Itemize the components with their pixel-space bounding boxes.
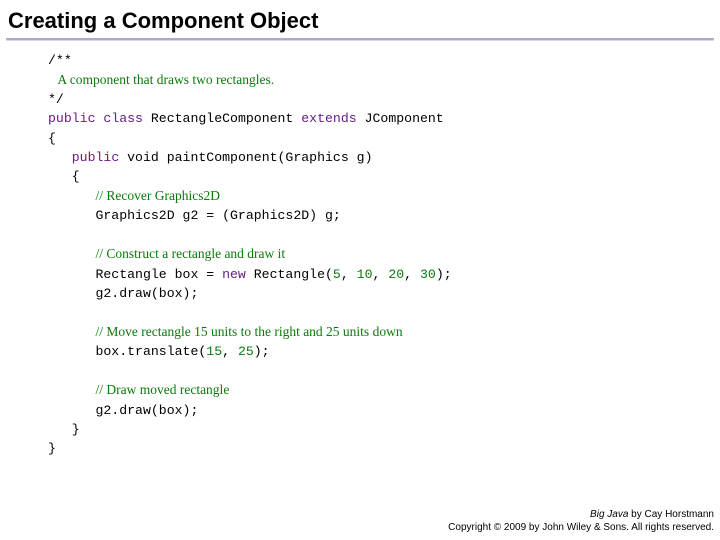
kw-public-2: public bbox=[72, 150, 119, 165]
footer-book: Big Java bbox=[590, 509, 628, 520]
num-15: 15 bbox=[206, 344, 222, 359]
num-30: 30 bbox=[420, 267, 436, 282]
kw-new: new bbox=[222, 267, 246, 282]
super-name: JComponent bbox=[357, 111, 444, 126]
line-g2: Graphics2D g2 = (Graphics2D) g; bbox=[48, 208, 341, 223]
num-5: 5 bbox=[333, 267, 341, 282]
line-box-a: Rectangle box = bbox=[48, 267, 222, 282]
kw-class: class bbox=[103, 111, 143, 126]
code-block: /** A component that draws two rectangle… bbox=[0, 51, 720, 458]
brace-open-2: { bbox=[72, 169, 80, 184]
class-name: RectangleComponent bbox=[143, 111, 301, 126]
page-title: Creating a Component Object bbox=[0, 0, 720, 38]
sep4: , bbox=[222, 344, 238, 359]
brace-close-1: } bbox=[48, 422, 80, 437]
kw-void: void bbox=[119, 150, 159, 165]
sep2: , bbox=[373, 267, 389, 282]
sep3: , bbox=[404, 267, 420, 282]
method-sig: paintComponent(Graphics g) bbox=[159, 150, 373, 165]
footer: Big Java by Cay Horstmann Copyright © 20… bbox=[448, 509, 714, 534]
brace-open-1: { bbox=[48, 131, 56, 146]
comment-drawmoved: // Draw moved rectangle bbox=[95, 382, 229, 397]
sep1: , bbox=[341, 267, 357, 282]
line-draw1: g2.draw(box); bbox=[48, 286, 198, 301]
line-box-c: ); bbox=[436, 267, 452, 282]
comment-body: A component that draws two rectangles. bbox=[48, 72, 274, 87]
line-trans-a: box.translate( bbox=[48, 344, 206, 359]
brace-close-2: } bbox=[48, 441, 56, 456]
comment-construct: // Construct a rectangle and draw it bbox=[95, 246, 285, 261]
comment-move: // Move rectangle 15 units to the right … bbox=[95, 324, 402, 339]
num-20: 20 bbox=[388, 267, 404, 282]
footer-byline: by Cay Horstmann bbox=[628, 509, 714, 520]
line-trans-b: ); bbox=[254, 344, 270, 359]
kw-public-1: public bbox=[48, 111, 95, 126]
line-draw2: g2.draw(box); bbox=[48, 403, 198, 418]
comment-open: /** bbox=[48, 53, 72, 68]
num-25: 25 bbox=[238, 344, 254, 359]
title-rule bbox=[6, 38, 714, 41]
num-10: 10 bbox=[357, 267, 373, 282]
footer-copyright: Copyright © 2009 by John Wiley & Sons. A… bbox=[448, 522, 714, 533]
kw-extends: extends bbox=[301, 111, 356, 126]
comment-recover: // Recover Graphics2D bbox=[95, 188, 219, 203]
line-box-b: Rectangle( bbox=[246, 267, 333, 282]
comment-close: */ bbox=[48, 92, 64, 107]
